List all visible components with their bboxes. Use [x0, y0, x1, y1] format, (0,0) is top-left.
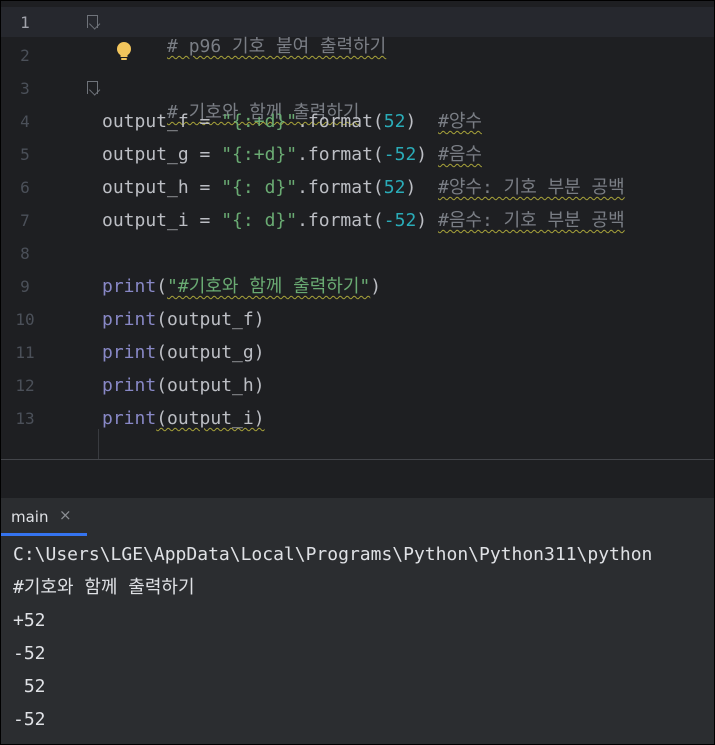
operator: = [188, 144, 222, 165]
console-line: +52 [13, 610, 46, 631]
call-args: (output_f) [156, 309, 265, 330]
paren: ) [405, 177, 417, 198]
spacing [427, 210, 438, 231]
code-line-12: print(output_h) [102, 374, 265, 398]
indent-guide [98, 429, 99, 459]
code-line-13: print(output_i) [102, 407, 265, 431]
string-literal: "{: d}" [221, 210, 298, 231]
run-console-output[interactable]: C:\Users\LGE\AppData\Local\Programs\Pyth… [1, 536, 714, 744]
comment-text: #양수 [438, 111, 482, 132]
code-line-6: output_h = "{: d}".format(52) #양수: 기호 부분… [102, 176, 625, 200]
number-literal: -52 [383, 144, 417, 165]
variable: output_h [102, 177, 189, 198]
method-call: .format( [297, 210, 384, 231]
run-tab-label: main [11, 508, 49, 526]
code-line-9: print("#기호와 함께 출력하기") [102, 275, 381, 299]
spacing [416, 111, 438, 132]
line-number: 10 [15, 310, 35, 329]
paren: ) [370, 276, 382, 297]
console-line: C:\Users\LGE\AppData\Local\Programs\Pyth… [13, 544, 653, 565]
line-number: 3 [20, 79, 30, 98]
method-call: .format( [297, 111, 384, 132]
string-literal: "#기호와 함께 출력하기" [167, 276, 371, 297]
comment-text: #음수: 기호 부분 공백 [437, 210, 625, 231]
paren: ) [405, 111, 417, 132]
code-line-7: output_i = "{: d}".format(-52) #음수: 기호 부… [102, 209, 625, 233]
variable: output_f [102, 111, 189, 132]
paren: ( [156, 276, 168, 297]
line-number: 7 [20, 211, 30, 230]
console-line: -52 [13, 709, 46, 730]
line-number: 8 [20, 244, 30, 263]
builtin-print: print [102, 309, 157, 330]
line-number: 1 [20, 13, 30, 32]
builtin-print: print [102, 375, 157, 396]
line-number: 9 [20, 277, 30, 296]
operator: = [188, 210, 222, 231]
string-literal: "{:+d}" [221, 144, 298, 165]
fold-icon[interactable] [87, 81, 98, 94]
code-line-3: # 기호와 함께 출력하기 [102, 77, 359, 123]
code-editor[interactable]: 1 2 3 4 5 6 7 8 9 10 11 12 13 # p96 기호 붙… [1, 1, 714, 459]
operator: = [188, 111, 222, 132]
line-number: 4 [20, 112, 30, 131]
line-number: 6 [20, 178, 30, 197]
code-line-11: print(output_g) [102, 341, 265, 365]
method-call: .format( [297, 177, 384, 198]
comment-text: #음수 [437, 144, 482, 165]
fold-icon[interactable] [87, 15, 98, 28]
paren: ) [416, 144, 428, 165]
number-literal: 52 [383, 177, 406, 198]
comment-text: #양수: 기호 부분 공백 [438, 177, 625, 198]
string-literal: "{: d}" [221, 177, 298, 198]
line-number: 5 [20, 145, 30, 164]
builtin-print: print [102, 342, 157, 363]
comment-text: # p96 기호 붙여 출력하기 [167, 36, 387, 57]
console-line: #기호와 함께 출력하기 [13, 577, 195, 598]
string-literal: "{:+d}" [221, 111, 298, 132]
ide-window: 1 2 3 4 5 6 7 8 9 10 11 12 13 # p96 기호 붙… [0, 0, 715, 745]
number-literal: 52 [383, 111, 406, 132]
variable: output_g [102, 144, 189, 165]
run-tool-header: main × [1, 498, 714, 536]
spacing [416, 177, 438, 198]
run-tab-main[interactable]: main × [1, 498, 87, 536]
paren: ) [416, 210, 428, 231]
code-line-10: print(output_f) [102, 308, 265, 332]
call-args: (output_g) [156, 342, 265, 363]
line-number: 2 [20, 46, 30, 65]
number-literal: -52 [383, 210, 417, 231]
close-icon[interactable]: × [59, 507, 73, 523]
console-line: 52 [13, 676, 46, 697]
console-line: -52 [13, 643, 46, 664]
line-number: 12 [15, 376, 35, 395]
builtin-print: print [102, 408, 157, 429]
spacing [427, 144, 438, 165]
line-number: 13 [15, 409, 35, 428]
operator: = [188, 177, 222, 198]
variable: output_i [102, 210, 189, 231]
panel-gap [1, 460, 714, 498]
code-line-5: output_g = "{:+d}".format(-52) #음수 [102, 143, 482, 167]
line-number-gutter: 1 2 3 4 5 6 7 8 9 10 11 12 13 [1, 1, 87, 459]
code-line-4: output_f = "{:+d}".format(52) #양수 [102, 110, 482, 134]
call-args: (output_h) [156, 375, 265, 396]
line-number: 11 [15, 343, 35, 362]
builtin-print: print [102, 276, 157, 297]
call-args: (output_i) [156, 408, 265, 429]
method-call: .format( [297, 144, 384, 165]
code-line-1: # p96 기호 붙여 출력하기 [102, 11, 386, 57]
